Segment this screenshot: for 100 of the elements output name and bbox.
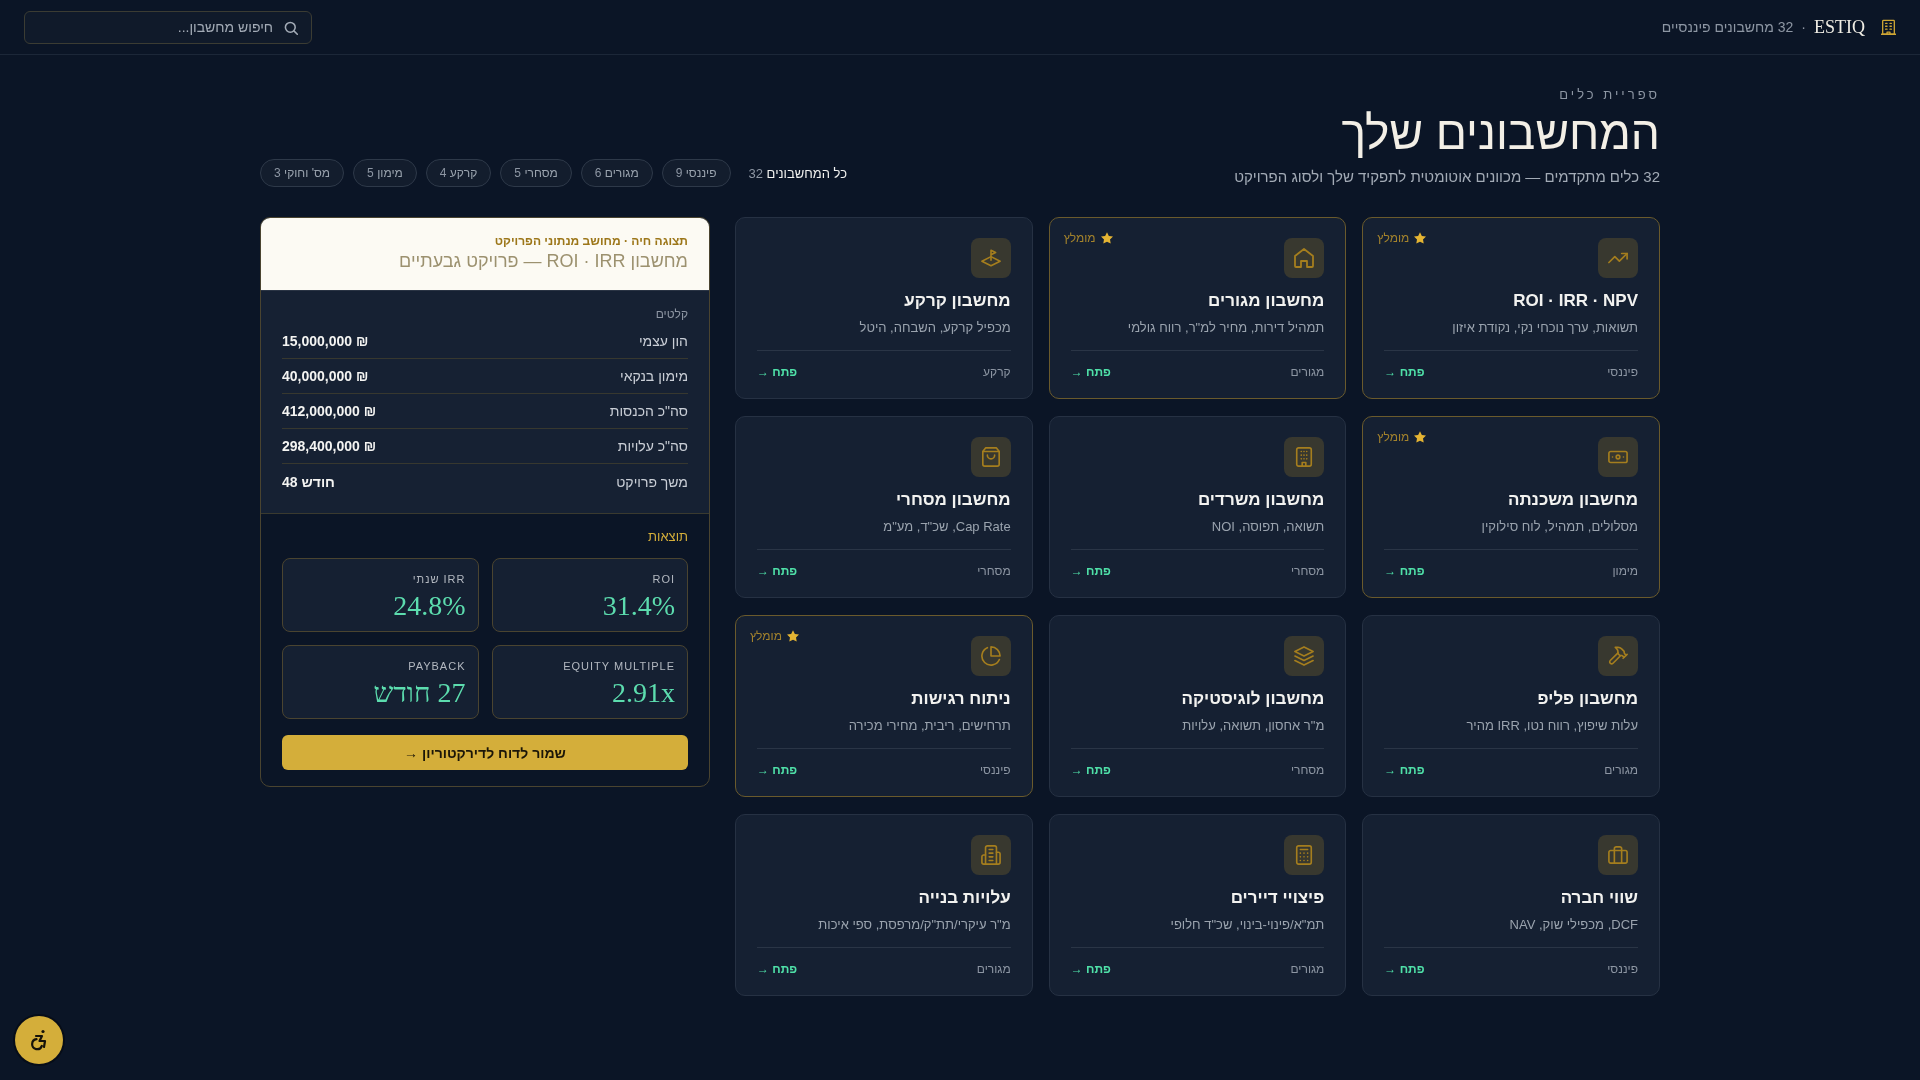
- open-link[interactable]: פתח →: [757, 961, 798, 977]
- card-title: ניתוח רגישות: [910, 688, 1011, 710]
- hammer-icon: [1598, 636, 1638, 676]
- results-heading: תוצאות: [647, 529, 688, 545]
- card-title: עלויות בנייה: [917, 887, 1011, 909]
- open-link[interactable]: פתח →: [1384, 364, 1425, 380]
- flag-on-plot-icon: [970, 238, 1011, 278]
- card-title: פיצויי דיירים: [1229, 887, 1325, 909]
- card-description: מ"ר עיקרי/תת"ק/מרפסת, ספי איכות: [817, 916, 1011, 934]
- preview-title: מחשבון ROI · IRR — פרויקט גבעתיים: [398, 250, 688, 273]
- open-link[interactable]: פתח →: [1070, 563, 1111, 579]
- banknote-icon: [1598, 437, 1638, 477]
- open-link[interactable]: פתח →: [1070, 961, 1111, 977]
- office-building-icon: [1284, 437, 1325, 477]
- card-description: Cap Rate, שכ"ד, מע"מ: [882, 518, 1011, 536]
- category-label: מגורים: [976, 961, 1011, 977]
- star-icon: [1414, 232, 1427, 244]
- trend-up-icon: [1598, 238, 1638, 278]
- pie-chart-icon: [970, 636, 1011, 676]
- open-link[interactable]: פתח →: [1384, 961, 1425, 977]
- card-description: מסלולים, תמהיל, לוח סילוקין: [1480, 518, 1638, 536]
- category-label: מגורים: [1290, 364, 1325, 380]
- card-description: עלות שיפוץ, רווח נטו, IRR מהיר: [1465, 717, 1638, 735]
- brand-name: ESTIQ: [1814, 16, 1865, 38]
- input-value: 412,000,000 ₪: [282, 403, 377, 419]
- category-label: מסחרי: [1290, 762, 1325, 778]
- inputs-heading: קלטים: [654, 306, 688, 322]
- brand-separator: ·: [1801, 19, 1806, 35]
- category-label: מימון: [1612, 563, 1638, 579]
- recommended-label: מומלץ: [1377, 430, 1410, 444]
- metric-label: PAYBACK: [407, 659, 466, 673]
- input-value: 48 חודש: [282, 473, 335, 490]
- card-title: מחשבון קרקע: [903, 290, 1011, 312]
- category-label: פיננסי: [1607, 364, 1638, 380]
- category-label: מגורים: [1290, 961, 1325, 977]
- search-field[interactable]: חיפוש מחשבון...: [24, 10, 312, 44]
- buildings-icon: [970, 835, 1011, 875]
- calculator-icon: [1284, 835, 1325, 875]
- card-title: שווי חברה: [1559, 887, 1638, 909]
- card-title: מחשבון לוגיסטיקה: [1180, 688, 1325, 710]
- category-label: מסחרי: [977, 563, 1011, 579]
- wheelchair-icon: [29, 1029, 49, 1051]
- star-icon: [1414, 431, 1427, 443]
- card-description: מכפיל קרקע, השבחה, היטל: [858, 319, 1011, 337]
- open-link[interactable]: פתח →: [1070, 762, 1111, 778]
- card-description: תרחישים, ריבית, מחירי מכירה: [847, 717, 1011, 735]
- brand-tagline: 32 מחשבונים פיננסיים: [1661, 19, 1794, 35]
- open-link[interactable]: פתח →: [1384, 762, 1425, 778]
- metric-value: 27 חודש: [372, 677, 466, 709]
- accessibility-button[interactable]: [15, 1016, 63, 1064]
- recommended-label: מומלץ: [1063, 231, 1096, 245]
- open-link[interactable]: פתח →: [757, 364, 798, 380]
- card-title: מחשבון משכנתה: [1506, 489, 1638, 511]
- input-label: משך פרויקט: [616, 473, 688, 490]
- category-label: קרקע: [983, 364, 1011, 380]
- metric-label: ROI: [651, 572, 675, 586]
- category-label: מגורים: [1604, 762, 1638, 778]
- input-label: סה"כ הכנסות: [609, 403, 688, 419]
- metric-label: EQUITY MULTIPLE: [562, 659, 675, 673]
- section-eyebrow: ספריית כלים: [1558, 87, 1660, 103]
- input-value: 15,000,000 ₪: [282, 333, 369, 349]
- category-label: פיננסי: [979, 762, 1011, 778]
- card-title: מחשבון משרדים: [1196, 489, 1325, 511]
- open-link[interactable]: פתח →: [1070, 364, 1111, 380]
- save-report-button[interactable]: שמור לדוח לדירקטוריון →: [282, 735, 688, 770]
- card-description: תמהיל דירות, מחיר למ"ר, רווח גולמי: [1126, 319, 1325, 337]
- input-value: 40,000,000 ₪: [282, 368, 369, 384]
- metric-value: 31.4%: [601, 590, 675, 622]
- page-subtitle: 32 כלים מתקדמים — מכוונים אוטומטית לתפקיד שלך ולסוג הפרויקט: [1234, 166, 1660, 185]
- house-icon: [1284, 238, 1325, 278]
- card-description: DCF, מכפילי שוק, NAV: [1508, 916, 1638, 934]
- open-link[interactable]: פתח →: [757, 563, 798, 579]
- card-description: מ"ר אחסון, תשואה, עלויות: [1181, 717, 1325, 735]
- preview-caption: תצוגה חיה · מחושב מנתוני הפרויקט: [493, 233, 688, 249]
- metric-value: 24.8%: [392, 590, 466, 622]
- briefcase-icon: [1598, 835, 1638, 875]
- category-label: מסחרי: [1290, 563, 1325, 579]
- input-label: הון עצמי: [638, 333, 688, 349]
- card-title: מחשבון מסחרי: [895, 489, 1011, 511]
- recommended-label: מומלץ: [1377, 231, 1410, 245]
- card-description: תמ"א/פינוי-בינוי, שכ"ד חלופי: [1169, 916, 1325, 934]
- metric-value: 2.91x: [611, 677, 675, 709]
- recommended-label: מומלץ: [750, 629, 782, 643]
- star-icon: [786, 630, 799, 642]
- card-description: תשואות, ערך נוכחי נקי, נקודת איזון: [1451, 319, 1638, 337]
- page-title: המחשבונים שלך: [1340, 107, 1660, 159]
- input-value: 298,400,000 ₪: [282, 438, 377, 454]
- layers-icon: [1284, 636, 1325, 676]
- category-label: פיננסי: [1607, 961, 1638, 977]
- open-link[interactable]: פתח →: [757, 762, 798, 778]
- open-link[interactable]: פתח →: [1384, 563, 1425, 579]
- input-label: מימון בנקאי: [620, 368, 688, 384]
- search-icon: [284, 20, 298, 35]
- star-icon: [1100, 232, 1113, 244]
- building-icon: [1881, 19, 1896, 35]
- input-label: סה"כ עלויות: [617, 438, 688, 454]
- card-title: ROI · IRR · NPV: [1512, 290, 1638, 312]
- card-title: מחשבון פליפ: [1536, 688, 1638, 710]
- metric-label: IRR שנתי: [411, 572, 466, 586]
- card-description: תשואה, תפוסה, NOI: [1210, 518, 1325, 536]
